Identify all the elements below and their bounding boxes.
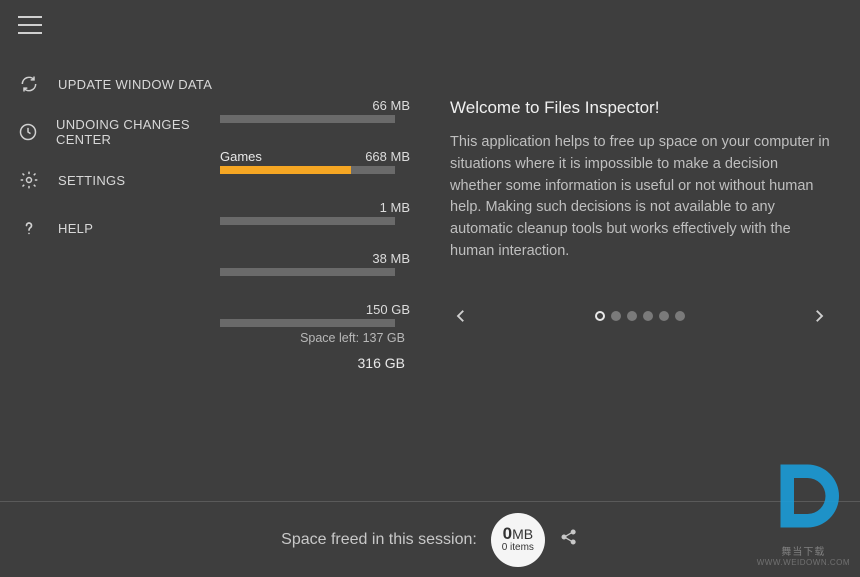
storage-bar xyxy=(220,166,395,174)
sidebar-item-label: UNDOING CHANGES CENTER xyxy=(56,117,220,147)
carousel-dot[interactable] xyxy=(611,311,621,321)
sidebar-item-label: SETTINGS xyxy=(58,173,125,188)
sidebar-item-update[interactable]: UPDATE WINDOW DATA xyxy=(0,60,220,108)
carousel-dot[interactable] xyxy=(627,311,637,321)
chevron-right-icon[interactable] xyxy=(808,305,830,327)
storage-size: 66 MB xyxy=(372,98,410,113)
share-icon[interactable] xyxy=(559,527,579,552)
undo-icon xyxy=(18,121,38,143)
sidebar-item-help[interactable]: HELP xyxy=(0,204,220,252)
session-freed-badge: 0MB 0 items xyxy=(491,513,545,567)
storage-label: Games xyxy=(220,149,262,164)
carousel-dots xyxy=(595,311,685,321)
welcome-title: Welcome to Files Inspector! xyxy=(450,98,830,118)
carousel-dot[interactable] xyxy=(675,311,685,321)
storage-total: 316 GB xyxy=(220,355,410,371)
storage-row[interactable]: 38 MB xyxy=(220,251,410,276)
carousel-dot[interactable] xyxy=(659,311,669,321)
sidebar-item-label: UPDATE WINDOW DATA xyxy=(58,77,212,92)
sidebar: UPDATE WINDOW DATA UNDOING CHANGES CENTE… xyxy=(0,50,220,490)
storage-size: 150 GB xyxy=(366,302,410,317)
gear-icon xyxy=(18,169,40,191)
storage-size: 668 MB xyxy=(365,149,410,164)
carousel-dot[interactable] xyxy=(643,311,653,321)
welcome-body: This application helps to free up space … xyxy=(450,132,830,263)
storage-list: 66 MB Games 668 MB 1 MB 38 MB 150 GB Spac… xyxy=(220,50,420,490)
storage-bar xyxy=(220,217,395,225)
sidebar-item-settings[interactable]: SETTINGS xyxy=(0,156,220,204)
storage-size: 38 MB xyxy=(372,251,410,266)
storage-row-games[interactable]: Games 668 MB xyxy=(220,149,410,174)
footer: Space freed in this session: 0MB 0 items xyxy=(0,502,860,577)
storage-bar xyxy=(220,319,395,327)
storage-bar xyxy=(220,268,395,276)
storage-size: 1 MB xyxy=(380,200,410,215)
menu-icon[interactable] xyxy=(18,16,42,34)
storage-row[interactable]: 150 GB xyxy=(220,302,410,327)
space-left-label: Space left: 137 GB xyxy=(220,331,410,345)
carousel-dot[interactable] xyxy=(595,311,605,321)
refresh-icon xyxy=(18,73,40,95)
welcome-panel: Welcome to Files Inspector! This applica… xyxy=(420,50,860,490)
storage-row[interactable]: 1 MB xyxy=(220,200,410,225)
sidebar-item-label: HELP xyxy=(58,221,93,236)
help-icon xyxy=(18,217,40,239)
storage-row[interactable]: 66 MB xyxy=(220,98,410,123)
chevron-left-icon[interactable] xyxy=(450,305,472,327)
sidebar-item-undo[interactable]: UNDOING CHANGES CENTER xyxy=(0,108,220,156)
storage-bar xyxy=(220,115,395,123)
footer-label: Space freed in this session: xyxy=(281,531,477,549)
